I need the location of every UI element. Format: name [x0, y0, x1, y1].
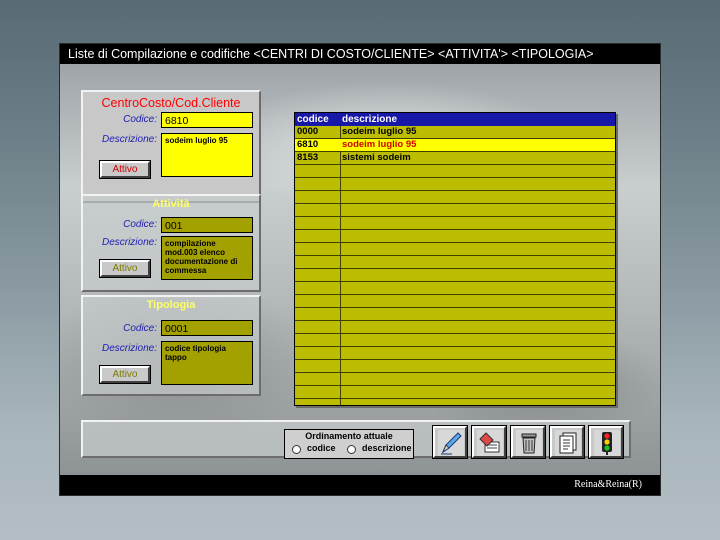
window-title: Liste di Compilazione e codifiche <CENTR… — [60, 44, 660, 64]
centro-costo-title: CentroCosto/Cod.Cliente — [101, 96, 241, 110]
app-window: Liste di Compilazione e codifiche <CENTR… — [60, 44, 660, 495]
tipologia-panel: Tipologia Codice: 0001 Descrizione: codi… — [81, 295, 261, 396]
row-descrizione: sodeim luglio 95 — [342, 126, 417, 137]
attivita-codice-label: Codice: — [123, 219, 157, 230]
empty-table-row[interactable] — [295, 269, 615, 282]
centro-descrizione-label: Descrizione: — [101, 134, 157, 145]
empty-table-row[interactable] — [295, 165, 615, 178]
row-codice: 8153 — [297, 152, 319, 163]
tipologia-codice-field[interactable]: 0001 — [161, 320, 253, 336]
grid-header: codice descrizione — [295, 113, 615, 126]
traffic-light-icon — [594, 430, 620, 456]
table-row[interactable]: 8153 sistemi sodeim — [295, 152, 615, 165]
tipologia-title: Tipologia — [146, 299, 196, 311]
attivita-descrizione-label: Descrizione: — [101, 237, 157, 248]
centro-codice-field[interactable]: 6810 — [161, 112, 253, 128]
records-grid[interactable]: codice descrizione 0000 sodeim luglio 95 6… — [294, 112, 616, 406]
row-codice: 0000 — [297, 126, 319, 137]
empty-table-row[interactable] — [295, 308, 615, 321]
ordering-box: Ordinamento attuale codice descrizione — [284, 429, 414, 459]
exit-button[interactable] — [588, 425, 624, 459]
empty-table-row[interactable] — [295, 360, 615, 373]
centro-attivo-button[interactable]: Attivo — [99, 160, 151, 179]
centro-costo-panel: CentroCosto/Cod.Cliente Codice: 6810 Des… — [81, 90, 261, 203]
order-codice-radio[interactable] — [292, 445, 301, 454]
row-codice: 6810 — [297, 139, 319, 150]
pencil-icon — [438, 430, 464, 456]
credit-text: Reina&Reina(R) — [574, 479, 642, 490]
empty-table-row[interactable] — [295, 204, 615, 217]
main-content: CentroCosto/Cod.Cliente Codice: 6810 Des… — [60, 64, 660, 475]
empty-table-row[interactable] — [295, 191, 615, 204]
attivita-codice-field[interactable]: 001 — [161, 217, 253, 233]
grid-header-descrizione[interactable]: descrizione — [342, 113, 397, 126]
attivita-attivo-button[interactable]: Attivo — [99, 259, 151, 278]
order-descrizione-radio[interactable] — [347, 445, 356, 454]
eraser-icon — [477, 430, 503, 456]
attivita-title: Attività — [152, 198, 190, 210]
trash-can-icon — [516, 430, 542, 456]
document-icon — [555, 430, 581, 456]
order-codice-label[interactable]: codice — [307, 443, 336, 453]
edit-button[interactable] — [432, 425, 468, 459]
empty-table-row[interactable] — [295, 386, 615, 399]
row-descrizione: sodeim luglio 95 — [342, 139, 417, 150]
grid-header-codice[interactable]: codice — [297, 113, 329, 126]
empty-table-row[interactable] — [295, 243, 615, 256]
erase-button[interactable] — [471, 425, 507, 459]
report-button[interactable] — [549, 425, 585, 459]
tipologia-codice-label: Codice: — [123, 323, 157, 334]
tipologia-descrizione-field[interactable]: codice tipologia tappo — [161, 341, 253, 385]
empty-table-row[interactable] — [295, 282, 615, 295]
status-bar: Reina&Reina(R) — [60, 475, 660, 495]
centro-codice-label: Codice: — [123, 114, 157, 125]
empty-table-row[interactable] — [295, 334, 615, 347]
empty-table-row[interactable] — [295, 347, 615, 360]
empty-table-row[interactable] — [295, 295, 615, 308]
attivita-panel: Attività Codice: 001 Descrizione: compil… — [81, 194, 261, 292]
attivita-descrizione-field[interactable]: compilazione mod.003 elenco documentazio… — [161, 236, 253, 280]
table-row[interactable]: 6810 sodeim luglio 95 — [295, 139, 615, 152]
empty-table-row[interactable] — [295, 321, 615, 334]
row-descrizione: sistemi sodeim — [342, 152, 411, 163]
empty-table-row[interactable] — [295, 373, 615, 386]
ordering-title: Ordinamento attuale — [305, 431, 393, 441]
empty-table-row[interactable] — [295, 178, 615, 191]
empty-table-row[interactable] — [295, 256, 615, 269]
empty-table-row[interactable] — [295, 230, 615, 243]
order-descrizione-label[interactable]: descrizione — [362, 443, 412, 453]
centro-descrizione-field[interactable]: sodeim luglio 95 — [161, 133, 253, 177]
empty-table-row[interactable] — [295, 217, 615, 230]
delete-button[interactable] — [510, 425, 546, 459]
table-row[interactable]: 0000 sodeim luglio 95 — [295, 126, 615, 139]
tipologia-descrizione-label: Descrizione: — [101, 343, 157, 354]
tipologia-attivo-button[interactable]: Attivo — [99, 365, 151, 384]
